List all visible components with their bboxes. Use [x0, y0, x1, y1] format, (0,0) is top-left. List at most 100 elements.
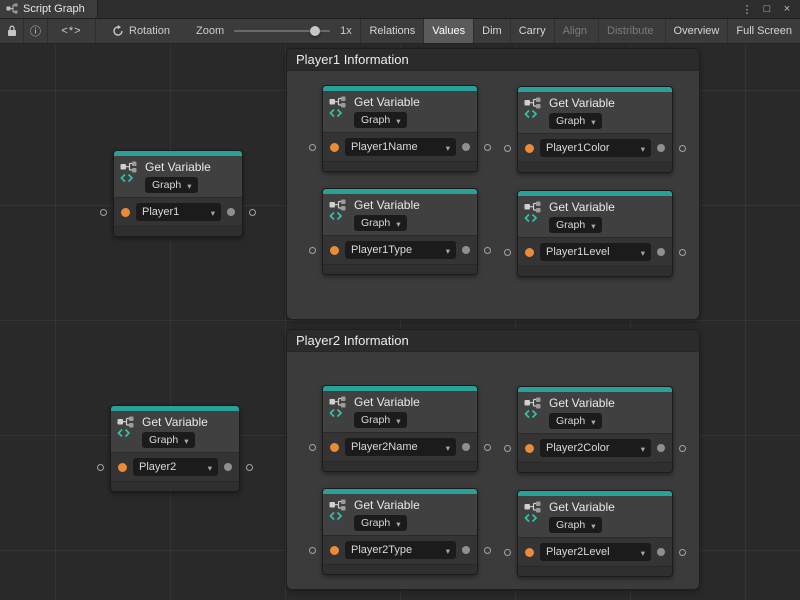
- toolbar-button-align[interactable]: Align: [554, 19, 598, 43]
- toolbar-button-carry[interactable]: Carry: [510, 19, 554, 43]
- value-input-port[interactable]: [330, 143, 339, 152]
- variable-kind-dropdown[interactable]: Graph ▾: [549, 217, 602, 233]
- input-connection-port[interactable]: [309, 547, 316, 554]
- output-connection-port[interactable]: [484, 547, 491, 554]
- value-output-port[interactable]: [657, 548, 665, 556]
- variable-kind-dropdown[interactable]: Graph ▾: [354, 412, 407, 428]
- window-maximize-icon[interactable]: □: [758, 1, 776, 18]
- variable-name-dropdown[interactable]: Player2Type ▾: [345, 541, 456, 559]
- variable-kind-dropdown[interactable]: Graph ▾: [549, 113, 602, 129]
- input-connection-port[interactable]: [504, 445, 511, 452]
- node-footer: [111, 481, 239, 491]
- window-close-icon[interactable]: ×: [778, 1, 796, 18]
- zoom-slider[interactable]: [234, 30, 330, 32]
- value-output-port[interactable]: [462, 143, 470, 151]
- variable-name-dropdown[interactable]: Player1Color ▾: [540, 139, 651, 157]
- variable-name-dropdown[interactable]: Player2Color ▾: [540, 439, 651, 457]
- value-output-port[interactable]: [657, 144, 665, 152]
- toolbar-button-label: Distribute: [607, 25, 653, 37]
- variable-name-dropdown[interactable]: Player1Level ▾: [540, 243, 651, 261]
- value-output-port[interactable]: [657, 248, 665, 256]
- get-variable-node[interactable]: Get Variable Graph ▾ Player1 ▾: [113, 150, 243, 237]
- get-variable-icon: [524, 201, 543, 226]
- variable-name-label: Player1Type: [351, 244, 412, 256]
- variable-name-dropdown[interactable]: Player2Name ▾: [345, 438, 456, 456]
- node-title: Get Variable: [354, 395, 420, 409]
- value-input-port[interactable]: [525, 444, 534, 453]
- input-connection-port[interactable]: [100, 209, 107, 216]
- value-input-port[interactable]: [118, 463, 127, 472]
- input-connection-port[interactable]: [309, 247, 316, 254]
- value-output-port[interactable]: [462, 546, 470, 554]
- input-connection-port[interactable]: [504, 549, 511, 556]
- get-variable-node[interactable]: Get Variable Graph ▾ Player2Type ▾: [322, 488, 478, 575]
- toolbar-button-overview[interactable]: Overview: [665, 19, 728, 43]
- output-connection-port[interactable]: [249, 209, 256, 216]
- input-connection-port[interactable]: [504, 249, 511, 256]
- value-input-port[interactable]: [121, 208, 130, 217]
- input-connection-port[interactable]: [97, 464, 104, 471]
- info-button[interactable]: ⓘ: [24, 19, 48, 43]
- variable-kind-dropdown[interactable]: Graph ▾: [354, 515, 407, 531]
- toolbar-button-values[interactable]: Values: [423, 19, 473, 43]
- get-variable-node[interactable]: Get Variable Graph ▾ Player1Type ▾: [322, 188, 478, 275]
- code-view-button[interactable]: <*>: [48, 19, 96, 43]
- input-connection-port[interactable]: [309, 144, 316, 151]
- get-variable-node[interactable]: Get Variable Graph ▾ Player1Name ▾: [322, 85, 478, 172]
- caret-down-icon: ▾: [396, 219, 400, 230]
- variable-kind-dropdown[interactable]: Graph ▾: [142, 432, 195, 448]
- window-menu-icon[interactable]: ⋮: [738, 1, 756, 18]
- toolbar-button-distribute[interactable]: Distribute: [598, 19, 664, 43]
- value-output-port[interactable]: [227, 208, 235, 216]
- variable-name-dropdown[interactable]: Player1Type ▾: [345, 241, 456, 259]
- input-connection-port[interactable]: [309, 444, 316, 451]
- variable-name-dropdown[interactable]: Player1Name ▾: [345, 138, 456, 156]
- group-header[interactable]: Player2 Information: [287, 330, 699, 352]
- get-variable-node[interactable]: Get Variable Graph ▾ Player2Level ▾: [517, 490, 673, 577]
- output-connection-port[interactable]: [679, 445, 686, 452]
- value-output-port[interactable]: [462, 443, 470, 451]
- graph-canvas[interactable]: Player1 Information Player2 Information …: [0, 45, 800, 600]
- get-variable-node[interactable]: Get Variable Graph ▾ Player2Color ▾: [517, 386, 673, 473]
- value-input-port[interactable]: [330, 246, 339, 255]
- variable-kind-dropdown[interactable]: Graph ▾: [145, 177, 198, 193]
- caret-down-icon: ▾: [446, 143, 450, 154]
- rotation-control[interactable]: Rotation: [112, 19, 170, 43]
- variable-name-dropdown[interactable]: Player2 ▾: [133, 458, 218, 476]
- output-connection-port[interactable]: [484, 444, 491, 451]
- group-header[interactable]: Player1 Information: [287, 49, 699, 71]
- variable-kind-dropdown[interactable]: Graph ▾: [354, 112, 407, 128]
- variable-name-dropdown[interactable]: Player2Level ▾: [540, 543, 651, 561]
- value-input-port[interactable]: [330, 443, 339, 452]
- output-connection-port[interactable]: [246, 464, 253, 471]
- get-variable-node[interactable]: Get Variable Graph ▾ Player2 ▾: [110, 405, 240, 492]
- output-connection-port[interactable]: [679, 549, 686, 556]
- input-connection-port[interactable]: [504, 145, 511, 152]
- get-variable-node[interactable]: Get Variable Graph ▾ Player1Color ▾: [517, 86, 673, 173]
- value-output-port[interactable]: [224, 463, 232, 471]
- zoom-slider-knob[interactable]: [310, 26, 320, 36]
- value-input-port[interactable]: [525, 548, 534, 557]
- variable-kind-dropdown[interactable]: Graph ▾: [549, 413, 602, 429]
- value-input-port[interactable]: [525, 144, 534, 153]
- value-input-port[interactable]: [525, 248, 534, 257]
- lock-button[interactable]: [0, 19, 24, 43]
- output-connection-port[interactable]: [484, 247, 491, 254]
- toolbar-button-dim[interactable]: Dim: [473, 19, 510, 43]
- node-footer: [323, 564, 477, 574]
- script-graph-icon: [6, 3, 18, 15]
- toolbar-button-relations[interactable]: Relations: [360, 19, 423, 43]
- value-input-port[interactable]: [330, 546, 339, 555]
- value-output-port[interactable]: [657, 444, 665, 452]
- variable-kind-dropdown[interactable]: Graph ▾: [354, 215, 407, 231]
- toolbar-button-full-screen[interactable]: Full Screen: [727, 19, 800, 43]
- tab-script-graph[interactable]: Script Graph: [0, 0, 98, 18]
- variable-kind-dropdown[interactable]: Graph ▾: [549, 517, 602, 533]
- get-variable-node[interactable]: Get Variable Graph ▾ Player2Name ▾: [322, 385, 478, 472]
- output-connection-port[interactable]: [679, 249, 686, 256]
- variable-name-dropdown[interactable]: Player1 ▾: [136, 203, 221, 221]
- get-variable-node[interactable]: Get Variable Graph ▾ Player1Level ▾: [517, 190, 673, 277]
- value-output-port[interactable]: [462, 246, 470, 254]
- output-connection-port[interactable]: [484, 144, 491, 151]
- output-connection-port[interactable]: [679, 145, 686, 152]
